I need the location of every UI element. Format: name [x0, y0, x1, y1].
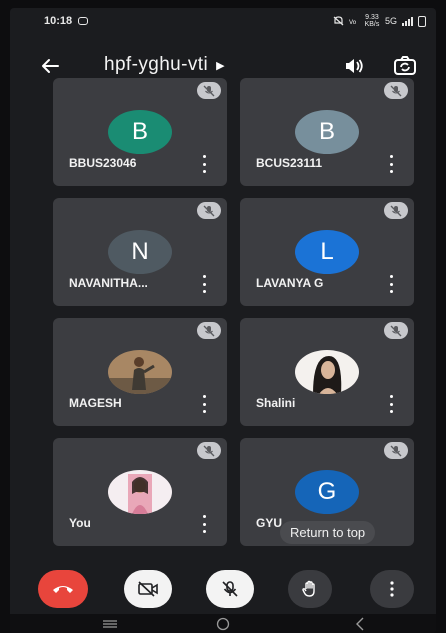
meeting-code: hpf-yghu-vti	[104, 54, 209, 75]
avatar: B	[108, 110, 172, 154]
participant-tile[interactable]: N NAVANITHA...	[53, 198, 227, 306]
participant-name: BBUS23046	[69, 156, 137, 170]
camera-off-icon	[138, 581, 158, 597]
participant-more-button[interactable]	[199, 515, 209, 533]
avatar: N	[108, 230, 172, 274]
mute-bell-icon	[333, 16, 344, 26]
status-bar: 10:18 Vo 9.33 KB/s 5G	[10, 8, 436, 34]
switch-camera-button[interactable]	[390, 52, 420, 80]
app-screen: 10:18 Vo 9.33 KB/s 5G hpf-yghu-vti ▶ B B…	[10, 8, 436, 633]
volte-icon: Vo	[349, 19, 357, 26]
participant-name: MAGESH	[69, 396, 122, 410]
mic-off-icon	[222, 581, 238, 597]
system-nav-bar	[10, 614, 436, 633]
mic-off-icon	[203, 325, 215, 336]
nav-back-button[interactable]	[350, 617, 370, 631]
switch-camera-icon	[394, 56, 416, 75]
participant-more-button[interactable]	[199, 275, 209, 293]
mic-off-badge	[384, 82, 408, 99]
mic-off-badge	[197, 442, 221, 459]
participant-tile[interactable]: L LAVANYA G	[240, 198, 414, 306]
mic-off-icon	[390, 85, 402, 96]
participant-more-button[interactable]	[199, 155, 209, 173]
participant-tile[interactable]: B BBUS23046	[53, 78, 227, 186]
mic-toggle-button[interactable]	[206, 570, 254, 608]
avatar-photo	[108, 350, 172, 394]
profile-photo-icon	[108, 350, 172, 394]
avatar-photo	[295, 350, 359, 394]
back-arrow-icon	[42, 59, 59, 73]
mic-off-icon	[203, 85, 215, 96]
speaker-button[interactable]	[340, 52, 368, 80]
raise-hand-button[interactable]	[288, 570, 332, 608]
status-left: 10:18	[44, 15, 89, 27]
avatar: G	[295, 470, 359, 514]
participant-tile[interactable]: B BCUS23111	[240, 78, 414, 186]
participant-name: LAVANYA G	[256, 276, 324, 290]
network-type: 5G	[384, 16, 397, 26]
call-controls	[10, 568, 436, 614]
participant-more-button[interactable]	[199, 395, 209, 413]
more-options-button[interactable]	[370, 570, 414, 608]
mic-off-badge	[384, 322, 408, 339]
mic-off-icon	[203, 205, 215, 216]
nav-back-icon	[356, 617, 364, 631]
profile-photo-icon	[108, 470, 172, 514]
mic-off-icon	[390, 445, 402, 456]
svg-text:Vo: Vo	[349, 19, 357, 26]
participant-name: GYU	[256, 516, 283, 530]
meeting-title[interactable]: hpf-yghu-vti ▶	[104, 54, 225, 76]
avatar: B	[295, 110, 359, 154]
more-options-icon	[390, 581, 394, 597]
participant-more-button[interactable]	[386, 395, 396, 413]
hang-up-icon	[53, 586, 73, 593]
raise-hand-icon	[302, 580, 315, 597]
chevron-right-icon: ▶	[216, 59, 225, 72]
participant-more-button[interactable]	[386, 155, 396, 173]
recents-icon	[103, 620, 117, 628]
recents-button[interactable]	[98, 617, 122, 631]
mic-off-icon	[390, 325, 402, 336]
status-right: Vo 9.33 KB/s 5G	[333, 14, 426, 28]
participant-name: Shalini	[256, 396, 296, 410]
participant-name: You	[69, 516, 91, 530]
participant-name: BCUS23111	[256, 156, 323, 170]
home-icon	[216, 617, 230, 631]
mic-off-badge	[197, 322, 221, 339]
camera-toggle-button[interactable]	[124, 570, 172, 608]
participant-tile[interactable]: MAGESH	[53, 318, 227, 426]
cast-icon	[78, 17, 89, 25]
avatar: L	[295, 230, 359, 274]
mic-off-badge	[197, 202, 221, 219]
mic-off-badge	[384, 442, 408, 459]
mic-off-icon	[390, 205, 402, 216]
return-to-top-button[interactable]: Return to top	[280, 521, 376, 544]
participant-tile[interactable]: Shalini	[240, 318, 414, 426]
profile-photo-icon	[295, 350, 359, 394]
participant-tile[interactable]: You	[53, 438, 227, 546]
battery-icon	[418, 15, 426, 27]
participant-name: NAVANITHA...	[69, 276, 148, 290]
mic-off-icon	[203, 445, 215, 456]
avatar-photo	[108, 470, 172, 514]
back-button[interactable]	[36, 52, 64, 80]
home-button[interactable]	[212, 617, 234, 631]
signal-icon	[402, 16, 413, 26]
clock: 10:18	[44, 15, 73, 27]
mic-off-badge	[384, 202, 408, 219]
speaker-icon	[346, 59, 363, 73]
network-speed: 9.33 KB/s	[364, 14, 380, 28]
participant-more-button[interactable]	[386, 275, 396, 293]
mic-off-badge	[197, 82, 221, 99]
hang-up-button[interactable]	[38, 570, 88, 608]
